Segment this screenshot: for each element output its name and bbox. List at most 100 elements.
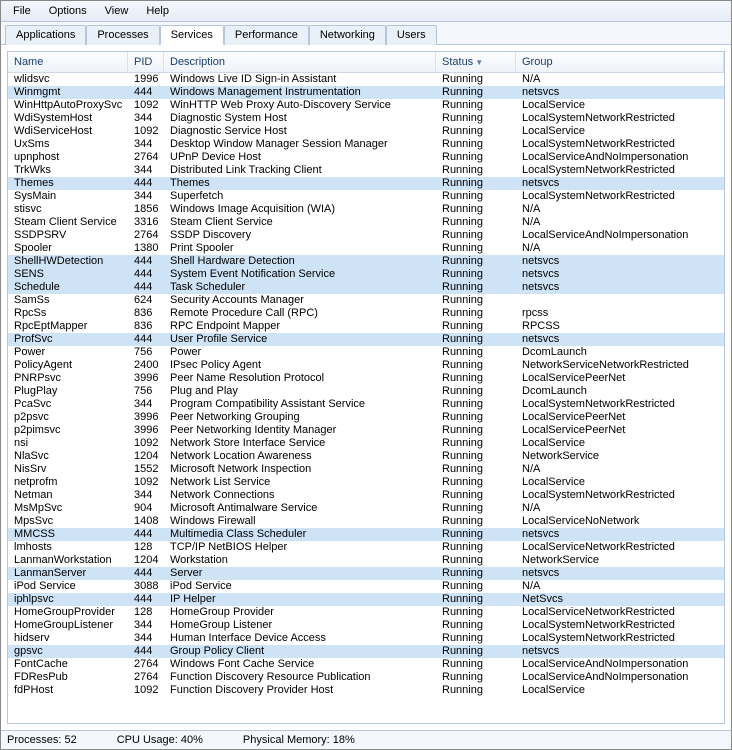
table-row[interactable]: UxSms344Desktop Window Manager Session M… — [8, 138, 724, 151]
cell-group: netsvcs — [516, 281, 724, 294]
table-row[interactable]: TrkWks344Distributed Link Tracking Clien… — [8, 164, 724, 177]
table-row[interactable]: LanmanServer444ServerRunningnetsvcs — [8, 567, 724, 580]
menu-options[interactable]: Options — [41, 3, 95, 19]
table-row[interactable]: iphlpsvc444IP HelperRunningNetSvcs — [8, 593, 724, 606]
table-row[interactable]: FontCache2764Windows Font Cache ServiceR… — [8, 658, 724, 671]
tab-services[interactable]: Services — [160, 25, 224, 45]
cell-name: WinHttpAutoProxySvc — [8, 99, 128, 112]
table-row[interactable]: SysMain344SuperfetchRunningLocalSystemNe… — [8, 190, 724, 203]
cell-stat: Running — [436, 619, 516, 632]
table-row[interactable]: HomeGroupListener344HomeGroup ListenerRu… — [8, 619, 724, 632]
tab-applications[interactable]: Applications — [5, 25, 86, 45]
table-row[interactable]: Power756PowerRunningDcomLaunch — [8, 346, 724, 359]
column-header-status[interactable]: Status ▼ — [436, 52, 516, 72]
table-row[interactable]: PcaSvc344Program Compatibility Assistant… — [8, 398, 724, 411]
table-row[interactable]: p2psvc3996Peer Networking GroupingRunnin… — [8, 411, 724, 424]
tab-performance[interactable]: Performance — [224, 25, 309, 45]
cell-group: netsvcs — [516, 567, 724, 580]
table-row[interactable]: fdPHost1092Function Discovery Provider H… — [8, 684, 724, 697]
table-row[interactable]: hidserv344Human Interface Device AccessR… — [8, 632, 724, 645]
table-row[interactable]: PNRPsvc3996Peer Name Resolution Protocol… — [8, 372, 724, 385]
table-row[interactable]: lmhosts128TCP/IP NetBIOS HelperRunningLo… — [8, 541, 724, 554]
table-row[interactable]: iPod Service3088iPod ServiceRunningN/A — [8, 580, 724, 593]
cell-pid: 128 — [128, 606, 164, 619]
table-row[interactable]: SENS444System Event Notification Service… — [8, 268, 724, 281]
table-row[interactable]: WdiServiceHost1092Diagnostic Service Hos… — [8, 125, 724, 138]
cell-name: hidserv — [8, 632, 128, 645]
cell-name: Themes — [8, 177, 128, 190]
cell-name: upnphost — [8, 151, 128, 164]
table-row[interactable]: nsi1092Network Store Interface ServiceRu… — [8, 437, 724, 450]
cell-pid: 624 — [128, 294, 164, 307]
table-row[interactable]: Themes444ThemesRunningnetsvcs — [8, 177, 724, 190]
cell-group: LocalServiceNetworkRestricted — [516, 606, 724, 619]
table-row[interactable]: MpsSvc1408Windows FirewallRunningLocalSe… — [8, 515, 724, 528]
table-row[interactable]: SamSs624Security Accounts ManagerRunning — [8, 294, 724, 307]
table-row[interactable]: Steam Client Service3316Steam Client Ser… — [8, 216, 724, 229]
table-row[interactable]: RpcSs836Remote Procedure Call (RPC)Runni… — [8, 307, 724, 320]
table-row[interactable]: WdiSystemHost344Diagnostic System HostRu… — [8, 112, 724, 125]
cell-desc: SSDP Discovery — [164, 229, 436, 242]
table-row[interactable]: Schedule444Task SchedulerRunningnetsvcs — [8, 281, 724, 294]
table-row[interactable]: WinHttpAutoProxySvc1092WinHTTP Web Proxy… — [8, 99, 724, 112]
menu-help[interactable]: Help — [138, 3, 177, 19]
table-row[interactable]: PlugPlay756Plug and PlayRunningDcomLaunc… — [8, 385, 724, 398]
table-row[interactable]: RpcEptMapper836RPC Endpoint MapperRunnin… — [8, 320, 724, 333]
cell-name: lmhosts — [8, 541, 128, 554]
table-row[interactable]: LanmanWorkstation1204WorkstationRunningN… — [8, 554, 724, 567]
table-row[interactable]: Winmgmt444Windows Management Instrumenta… — [8, 86, 724, 99]
table-row[interactable]: FDResPub2764Function Discovery Resource … — [8, 671, 724, 684]
cell-name: HomeGroupListener — [8, 619, 128, 632]
table-row[interactable]: Netman344Network ConnectionsRunningLocal… — [8, 489, 724, 502]
table-row[interactable]: PolicyAgent2400IPsec Policy AgentRunning… — [8, 359, 724, 372]
table-row[interactable]: MMCSS444Multimedia Class SchedulerRunnin… — [8, 528, 724, 541]
cell-pid: 444 — [128, 281, 164, 294]
table-row[interactable]: ProfSvc444User Profile ServiceRunningnet… — [8, 333, 724, 346]
table-row[interactable]: gpsvc444Group Policy ClientRunningnetsvc… — [8, 645, 724, 658]
tab-users[interactable]: Users — [386, 25, 437, 45]
cell-desc: Windows Font Cache Service — [164, 658, 436, 671]
menu-file[interactable]: File — [5, 3, 39, 19]
column-header-pid[interactable]: PID — [128, 52, 164, 72]
tab-processes[interactable]: Processes — [86, 25, 159, 45]
column-header-name[interactable]: Name — [8, 52, 128, 72]
cell-stat: Running — [436, 580, 516, 593]
cell-group: LocalServiceNoNetwork — [516, 515, 724, 528]
cell-group: N/A — [516, 242, 724, 255]
cell-name: MsMpSvc — [8, 502, 128, 515]
cell-pid: 836 — [128, 320, 164, 333]
column-header-group[interactable]: Group — [516, 52, 724, 72]
table-row[interactable]: p2pimsvc3996Peer Networking Identity Man… — [8, 424, 724, 437]
cell-desc: Windows Image Acquisition (WIA) — [164, 203, 436, 216]
cell-group: netsvcs — [516, 528, 724, 541]
cell-stat: Running — [436, 229, 516, 242]
cell-desc: Steam Client Service — [164, 216, 436, 229]
column-headers: Name PID Description Status ▼ Group — [8, 52, 724, 73]
table-row[interactable]: NisSrv1552Microsoft Network InspectionRu… — [8, 463, 724, 476]
table-row[interactable]: wlidsvc1996Windows Live ID Sign-in Assis… — [8, 73, 724, 86]
table-row[interactable]: NlaSvc1204Network Location AwarenessRunn… — [8, 450, 724, 463]
cell-pid: 128 — [128, 541, 164, 554]
cell-pid: 1204 — [128, 554, 164, 567]
menu-view[interactable]: View — [97, 3, 137, 19]
table-row[interactable]: upnphost2764UPnP Device HostRunningLocal… — [8, 151, 724, 164]
table-row[interactable]: Spooler1380Print SpoolerRunningN/A — [8, 242, 724, 255]
table-row[interactable]: ShellHWDetection444Shell Hardware Detect… — [8, 255, 724, 268]
cell-name: netprofm — [8, 476, 128, 489]
cell-stat: Running — [436, 112, 516, 125]
column-header-description[interactable]: Description — [164, 52, 436, 72]
cell-desc: Diagnostic System Host — [164, 112, 436, 125]
cell-name: ShellHWDetection — [8, 255, 128, 268]
cell-stat: Running — [436, 398, 516, 411]
rows-scroll-area[interactable]: wlidsvc1996Windows Live ID Sign-in Assis… — [8, 73, 724, 723]
table-row[interactable]: netprofm1092Network List ServiceRunningL… — [8, 476, 724, 489]
status-bar: Processes: 52 CPU Usage: 40% Physical Me… — [1, 730, 731, 749]
menu-bar: FileOptionsViewHelp — [1, 1, 731, 22]
table-row[interactable]: MsMpSvc904Microsoft Antimalware ServiceR… — [8, 502, 724, 515]
cell-pid: 1092 — [128, 99, 164, 112]
table-row[interactable]: stisvc1856Windows Image Acquisition (WIA… — [8, 203, 724, 216]
table-row[interactable]: HomeGroupProvider128HomeGroup ProviderRu… — [8, 606, 724, 619]
tab-networking[interactable]: Networking — [309, 25, 386, 45]
cell-desc: Workstation — [164, 554, 436, 567]
table-row[interactable]: SSDPSRV2764SSDP DiscoveryRunningLocalSer… — [8, 229, 724, 242]
